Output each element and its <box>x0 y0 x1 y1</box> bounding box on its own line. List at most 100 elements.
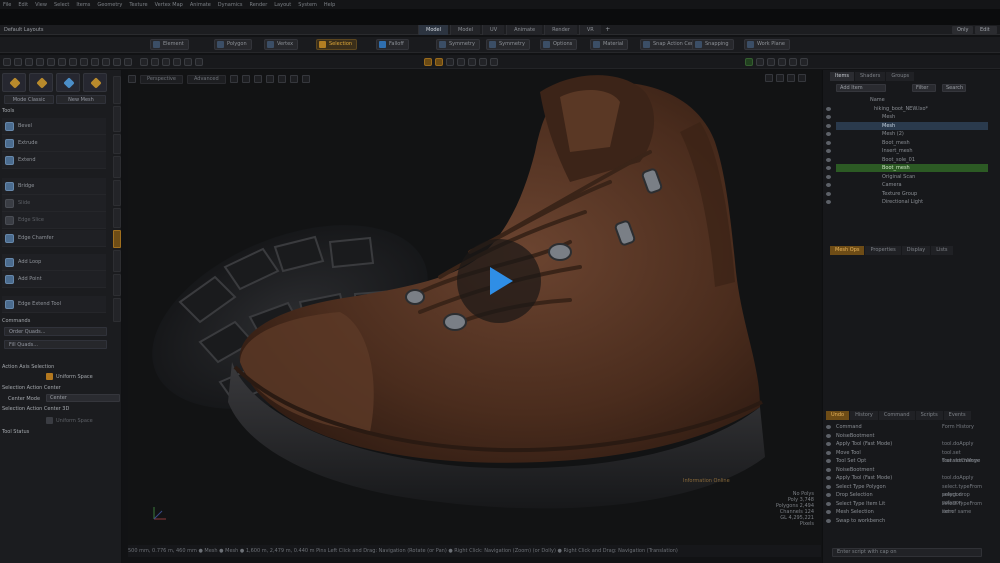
outliner-item[interactable]: Boot_mesh <box>836 139 988 147</box>
history-row[interactable]: Select Type Item Lit select.typeFrom item <box>836 500 988 515</box>
menu-item-geometry[interactable]: Geometry <box>97 2 122 8</box>
panel-tab-lists[interactable]: Lists <box>931 246 953 255</box>
add-workspace-button[interactable]: + <box>603 25 613 35</box>
visibility-eye-icon[interactable] <box>826 149 831 153</box>
visibility-eye-icon[interactable] <box>826 183 831 187</box>
menu-item-edit[interactable]: Edit <box>18 2 28 8</box>
history-row[interactable]: Move Tool tool.set TransformMove <box>836 449 988 464</box>
toolbar-button-material[interactable]: Material <box>590 39 629 50</box>
tool-add-loop[interactable]: Add Loop <box>2 254 106 271</box>
tool-edge-chamfer[interactable]: Edge Chamfer <box>2 230 106 247</box>
panel-tab-groups[interactable]: Groups <box>886 72 915 81</box>
outliner-item[interactable]: Mesh <box>836 121 988 130</box>
uniform-space-3d-checkbox[interactable] <box>46 417 53 424</box>
toolbar-button-element[interactable]: Element <box>150 39 189 50</box>
menu-item-dynamics[interactable]: Dynamics <box>218 2 243 8</box>
visibility-eye-icon[interactable] <box>826 191 831 196</box>
visibility-eye-icon[interactable] <box>826 157 831 162</box>
center-mode-select[interactable]: Center <box>46 394 120 402</box>
history-row[interactable]: Mesh Selection set of same <box>836 508 988 516</box>
transform-mode-icon[interactable] <box>29 73 53 92</box>
outliner-item[interactable]: Name <box>836 96 988 104</box>
outliner-item[interactable]: Insert_mesh <box>836 147 988 155</box>
display-toggle-icon[interactable] <box>789 58 797 66</box>
viewport-menu-icon[interactable] <box>128 75 136 83</box>
tool-extrude[interactable]: Extrude <box>2 135 106 152</box>
menu-item-vertex-map[interactable]: Vertex Map <box>155 2 183 8</box>
side-tab-4[interactable] <box>113 180 121 206</box>
workspace-tab-1[interactable]: Model <box>450 25 481 35</box>
workspace-tab-3[interactable]: Animate <box>506 25 543 35</box>
toolbar-button-vertex[interactable]: Vertex <box>264 39 299 50</box>
tool-edge-slice[interactable]: Edge Slice <box>2 212 106 229</box>
outliner-item[interactable]: Directional Light <box>836 198 988 206</box>
visibility-eye-icon[interactable] <box>826 140 831 145</box>
menu-item-texture[interactable]: Texture <box>129 2 147 8</box>
toolbar-button-symmetry[interactable]: Symmetry <box>486 39 530 50</box>
menu-item-select[interactable]: Select <box>54 2 69 8</box>
menu-item-file[interactable]: File <box>3 2 11 8</box>
action-center-3d-header[interactable]: Selection Action Center 3D <box>2 406 69 412</box>
mode-classic-button[interactable]: Mode Classic <box>4 95 54 104</box>
play-video-button[interactable] <box>457 239 541 323</box>
workspace-tab-0[interactable]: Model <box>418 25 449 35</box>
toolbar-button-work-plane[interactable]: Work Plane <box>744 39 790 50</box>
workspace-tab-5[interactable]: VR <box>578 25 601 35</box>
action-axis-header[interactable]: Action Axis Selection <box>2 364 54 370</box>
history-row[interactable]: NoiseBootment <box>836 466 988 474</box>
tools-section-header[interactable]: Tools <box>2 108 14 114</box>
selection-tool-icon[interactable] <box>91 58 99 66</box>
outliner-item[interactable]: hiking_boot_NEW.lxo* <box>836 105 988 113</box>
fill-quads-button[interactable]: Fill Quads... <box>4 340 107 349</box>
visibility-eye-icon[interactable] <box>826 115 831 119</box>
side-tab-8[interactable] <box>113 274 121 296</box>
outliner-item[interactable]: Mesh <box>836 113 988 121</box>
outliner-item[interactable]: Boot_sole_01 <box>836 156 988 164</box>
tool-extend[interactable]: Extend <box>2 152 106 169</box>
outliner-item[interactable]: Camera <box>836 181 988 189</box>
selection-tool-icon[interactable] <box>36 58 44 66</box>
panel-tab-mesh-ops[interactable]: Mesh Ops <box>830 246 865 255</box>
menu-item-system[interactable]: System <box>298 2 317 8</box>
layout-selector[interactable]: Default Layouts <box>4 27 43 33</box>
selection-tool-icon[interactable] <box>102 58 110 66</box>
menu-item-layout[interactable]: Layout <box>274 2 291 8</box>
toolbar-button-options[interactable]: Options <box>540 39 578 50</box>
toolbar-button-snapping[interactable]: Snapping <box>692 39 734 50</box>
menu-item-items[interactable]: Items <box>76 2 90 8</box>
tool-bridge[interactable]: Bridge <box>2 178 106 195</box>
add-item-select[interactable]: Add Item <box>836 84 886 92</box>
toolbar-button-falloff[interactable]: Falloff <box>376 39 409 50</box>
selection-tool-icon[interactable] <box>80 58 88 66</box>
selection-tool-icon[interactable] <box>124 58 132 66</box>
side-tab-6[interactable] <box>113 230 121 248</box>
filter-select[interactable]: Filter <box>912 84 936 92</box>
toolbar-button-polygon[interactable]: Polygon <box>214 39 252 50</box>
workspace-tab-2[interactable]: UV <box>482 25 505 35</box>
history-row[interactable]: Tool Set Opt tool.setChange <box>836 457 988 465</box>
tool-edge-extend-tool[interactable]: Edge Extend Tool <box>2 296 106 313</box>
history-row[interactable]: Apply Tool (Fast Mode) tool.doApply <box>836 440 988 448</box>
render-mode-icon[interactable] <box>56 73 80 92</box>
panel-tab-shaders[interactable]: Shaders <box>855 72 886 81</box>
history-row[interactable]: NoiseBootment <box>836 432 988 440</box>
outliner-item[interactable]: Texture Group <box>836 190 988 198</box>
visibility-eye-icon[interactable] <box>826 106 831 111</box>
history-row[interactable]: Command Form History <box>836 423 988 431</box>
panel-tab-items[interactable]: Items <box>830 72 854 81</box>
animate-mode-icon[interactable] <box>83 73 107 92</box>
search-field[interactable]: Search <box>942 84 966 92</box>
outliner-item[interactable]: Original Scan <box>836 173 988 181</box>
selection-tool-icon[interactable] <box>58 58 66 66</box>
visibility-eye-icon[interactable] <box>826 174 831 179</box>
history-row[interactable]: Swap to workbench <box>836 517 988 525</box>
side-tab-3[interactable] <box>113 156 121 178</box>
action-center-header[interactable]: Selection Action Center <box>2 385 61 391</box>
uniform-space-checkbox[interactable] <box>46 373 53 380</box>
history-row[interactable]: Drop Selection select.drop polygon <box>836 491 988 506</box>
selection-tool-icon[interactable] <box>14 58 22 66</box>
selection-tool-icon[interactable] <box>69 58 77 66</box>
panel-tab-display[interactable]: Display <box>901 246 931 255</box>
menu-item-help[interactable]: Help <box>324 2 335 8</box>
order-quads-button[interactable]: Order Quads... <box>4 327 107 336</box>
